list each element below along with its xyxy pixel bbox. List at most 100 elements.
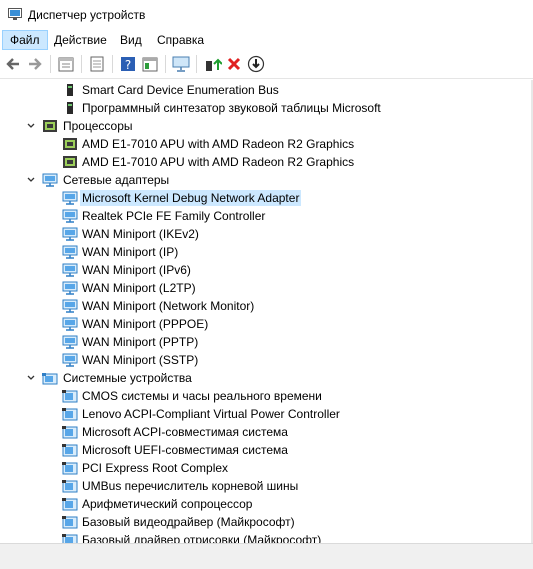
network-adapter-icon <box>62 227 78 241</box>
tree-device-row[interactable]: WAN Miniport (IKEv2) <box>0 225 533 243</box>
network-adapter-icon <box>62 209 78 223</box>
back-arrow-icon[interactable] <box>3 54 23 74</box>
device-tree[interactable]: Smart Card Device Enumeration Bus Програм… <box>0 80 533 543</box>
toolbar-separator <box>196 55 197 73</box>
help-icon[interactable]: ? <box>118 54 138 74</box>
network-adapter-icon <box>62 317 78 331</box>
collapse-chevron-icon[interactable] <box>26 121 36 131</box>
tree-device-row[interactable]: Арифметический сопроцессор <box>0 495 533 513</box>
tree-item-label: WAN Miniport (Network Monitor) <box>82 299 255 313</box>
system-device-icon <box>67 84 73 96</box>
tree-device-row[interactable]: UMBus перечислитель корневой шины <box>0 477 533 495</box>
tree-item-label: Арифметический сопроцессор <box>82 497 253 511</box>
window-title: Диспетчер устройств <box>28 8 146 22</box>
system-device-icon2 <box>62 480 78 493</box>
tree-device-row[interactable]: WAN Miniport (Network Monitor) <box>0 297 533 315</box>
network-adapter-icon <box>62 299 78 313</box>
toolbar-separator <box>81 55 82 73</box>
menu-item-3[interactable]: Справка <box>150 30 211 50</box>
properties-list-icon[interactable] <box>56 54 76 74</box>
tree-item-label: Microsoft Kernel Debug Network Adapter <box>80 190 302 206</box>
tree-item-label: Сетевые адаптеры <box>63 173 170 187</box>
tree-item-label: WAN Miniport (L2TP) <box>82 281 196 295</box>
tree-item-label: Базовый драйвер отрисовки (Майкрософт) <box>82 533 322 543</box>
tree-device-row[interactable]: Smart Card Device Enumeration Bus <box>0 81 533 99</box>
svg-text:?: ? <box>125 58 131 72</box>
download-driver-icon[interactable] <box>246 54 266 74</box>
tree-item-label: WAN Miniport (SSTP) <box>82 353 199 367</box>
print-page-icon[interactable] <box>87 54 107 74</box>
network-adapter-icon <box>42 173 58 187</box>
tree-item-label: UMBus перечислитель корневой шины <box>82 479 299 493</box>
tree-item-label: WAN Miniport (IKEv2) <box>82 227 199 241</box>
tree-item-label: Системные устройства <box>63 371 192 385</box>
update-driver-icon[interactable] <box>202 54 223 74</box>
tree-device-row[interactable]: Microsoft UEFI-совместимая система <box>0 441 533 459</box>
tree-device-row[interactable]: WAN Miniport (PPPOE) <box>0 315 533 333</box>
tree-category-row[interactable]: Системные устройства <box>0 369 533 387</box>
tree-item-label: Microsoft UEFI-совместимая система <box>82 443 288 457</box>
system-device-icon2 <box>62 444 78 457</box>
tree-device-row[interactable]: AMD E1-7010 APU with AMD Radeon R2 Graph… <box>0 135 533 153</box>
system-device-icon2 <box>62 534 78 543</box>
system-device-icon <box>67 102 73 114</box>
tree-device-row[interactable]: Realtek PCIe FE Family Controller <box>0 207 533 225</box>
system-device-icon2 <box>62 426 78 439</box>
system-device-icon2 <box>62 462 78 475</box>
toolbar-separator <box>112 55 113 73</box>
tree-device-row[interactable]: Microsoft Kernel Debug Network Adapter <box>0 189 533 207</box>
forward-arrow-icon[interactable] <box>25 54 45 74</box>
tree-device-row[interactable]: Базовый видеодрайвер (Майкрософт) <box>0 513 533 531</box>
menu-item-2[interactable]: Вид <box>113 30 149 50</box>
tree-item-label: AMD E1-7010 APU with AMD Radeon R2 Graph… <box>82 155 355 169</box>
network-adapter-icon <box>62 245 78 259</box>
network-adapter-icon <box>62 353 78 367</box>
uninstall-x-icon[interactable] <box>224 54 244 74</box>
tree-item-label: Realtek PCIe FE Family Controller <box>82 209 266 223</box>
menu-item-1[interactable]: Действие <box>47 30 114 50</box>
tree-item-label: WAN Miniport (IPv6) <box>82 263 191 277</box>
view-panel-icon[interactable] <box>140 54 160 74</box>
device-manager-app-icon <box>8 8 22 20</box>
tree-item-label: Программный синтезатор звуковой таблицы … <box>82 101 381 115</box>
collapse-chevron-icon[interactable] <box>26 373 36 383</box>
tree-item-label: Smart Card Device Enumeration Bus <box>82 83 279 97</box>
processor-icon <box>63 138 77 150</box>
tree-item-label: WAN Miniport (IP) <box>82 245 179 259</box>
tree-item-label: Microsoft ACPI-совместимая система <box>82 425 288 439</box>
tree-device-row[interactable]: Программный синтезатор звуковой таблицы … <box>0 99 533 117</box>
menu-item-0[interactable]: Файл <box>2 30 48 50</box>
tree-device-row[interactable]: Lenovo ACPI-Compliant Virtual Power Cont… <box>0 405 533 423</box>
tree-device-row[interactable]: AMD E1-7010 APU with AMD Radeon R2 Graph… <box>0 153 533 171</box>
system-device-icon2 <box>62 408 78 421</box>
tree-device-row[interactable]: WAN Miniport (IP) <box>0 243 533 261</box>
tree-category-row[interactable]: Сетевые адаптеры <box>0 171 533 189</box>
tree-device-row[interactable]: Microsoft ACPI-совместимая система <box>0 423 533 441</box>
tree-item-label: Процессоры <box>63 119 133 133</box>
toolbar-separator <box>50 55 51 73</box>
monitor-scan-icon[interactable] <box>171 54 191 74</box>
collapse-chevron-icon[interactable] <box>26 175 36 185</box>
title-bar: Диспетчер устройств <box>0 0 533 30</box>
tree-item-label: CMOS системы и часы реального времени <box>82 389 322 403</box>
network-adapter-icon <box>62 263 78 277</box>
tree-device-row[interactable]: WAN Miniport (PPTP) <box>0 333 533 351</box>
menu-bar: Файл Действие Вид Справка <box>0 30 533 50</box>
tree-item-label: PCI Express Root Complex <box>82 461 229 475</box>
toolbar-separator <box>165 55 166 73</box>
tree-device-row[interactable]: WAN Miniport (IPv6) <box>0 261 533 279</box>
tree-device-row[interactable]: PCI Express Root Complex <box>0 459 533 477</box>
tree-item-label: WAN Miniport (PPPOE) <box>82 317 209 331</box>
status-bar <box>0 543 533 569</box>
system-device-icon2 <box>62 516 78 529</box>
system-folder-icon <box>42 373 58 385</box>
network-adapter-icon <box>62 335 78 349</box>
tree-device-row[interactable]: Базовый драйвер отрисовки (Майкрософт) <box>0 531 533 543</box>
tree-category-row[interactable]: Процессоры <box>0 117 533 135</box>
toolbar: ? <box>0 50 533 79</box>
processor-icon <box>63 156 77 168</box>
network-adapter-icon <box>62 281 78 295</box>
tree-device-row[interactable]: CMOS системы и часы реального времени <box>0 387 533 405</box>
tree-device-row[interactable]: WAN Miniport (SSTP) <box>0 351 533 369</box>
tree-device-row[interactable]: WAN Miniport (L2TP) <box>0 279 533 297</box>
